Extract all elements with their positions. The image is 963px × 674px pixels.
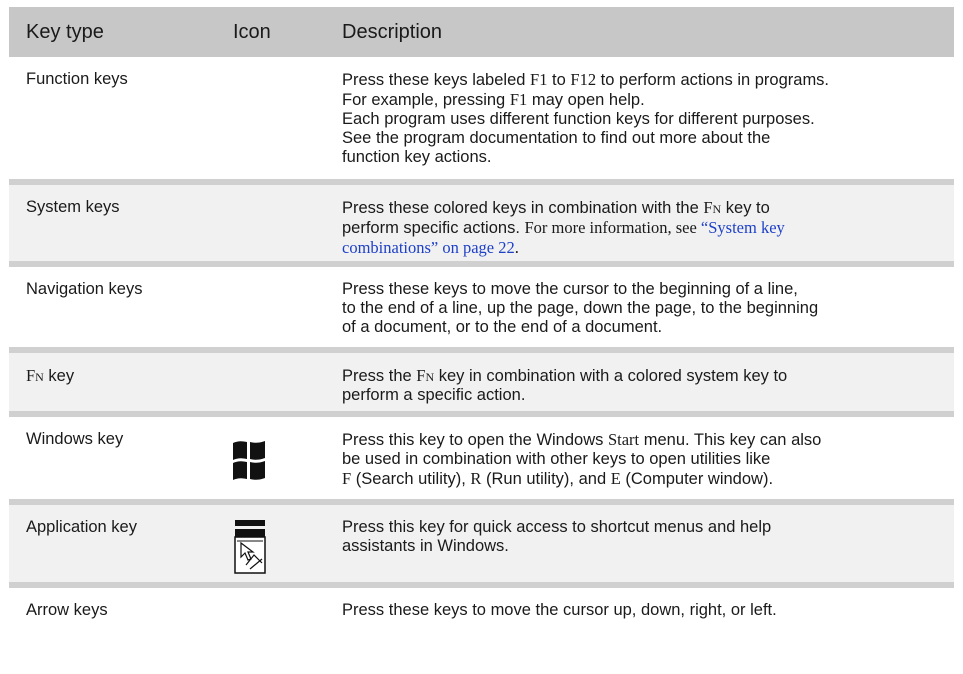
description-cell: Press these colored keys in combination … <box>342 198 785 257</box>
table-row-function-keys: Function keys Press these keys labeled F… <box>9 57 954 185</box>
table-row-arrow-keys: Arrow keys Press these keys to move the … <box>9 588 954 632</box>
table-row-system-keys: System keys Press these colored keys in … <box>9 185 954 267</box>
description-cell: Press this key to open the Windows Start… <box>342 430 822 488</box>
key-type-cell: Application key <box>26 518 137 536</box>
description-cell: Press these keys to move the cursor up, … <box>342 601 777 619</box>
header-key-type: Key type <box>26 21 104 43</box>
key-type-cell: Arrow keys <box>26 601 108 619</box>
header-icon: Icon <box>233 21 271 43</box>
description-cell: Press these keys labeled F1 to F12 to pe… <box>342 70 830 166</box>
key-type-cell: System keys <box>26 198 120 216</box>
key-type-cell: Fn key <box>26 366 75 385</box>
key-type-cell: Navigation keys <box>26 280 143 298</box>
description-cell: Press the Fn key in combination with a c… <box>342 366 788 404</box>
description-cell: Press these keys to move the cursor to t… <box>342 280 819 336</box>
key-types-table: Key type Icon Description Function keys … <box>9 7 954 632</box>
header-description: Description <box>342 21 443 43</box>
table-row-windows-key: Windows key Press this key to open the W… <box>9 417 954 505</box>
table-header: Key type Icon Description <box>9 7 954 57</box>
key-type-cell: Function keys <box>26 70 128 88</box>
table-row-navigation-keys: Navigation keys Press these keys to move… <box>9 267 954 353</box>
description-cell: Press this key for quick access to short… <box>342 518 772 555</box>
application-menu-icon <box>234 520 266 574</box>
key-type-cell: Windows key <box>26 430 124 448</box>
table-row-application-key: Application key Press this key for quick… <box>9 505 954 588</box>
table-row-fn-key: Fn key Press the Fn key in combination w… <box>9 353 954 417</box>
windows-logo-icon <box>233 441 265 480</box>
